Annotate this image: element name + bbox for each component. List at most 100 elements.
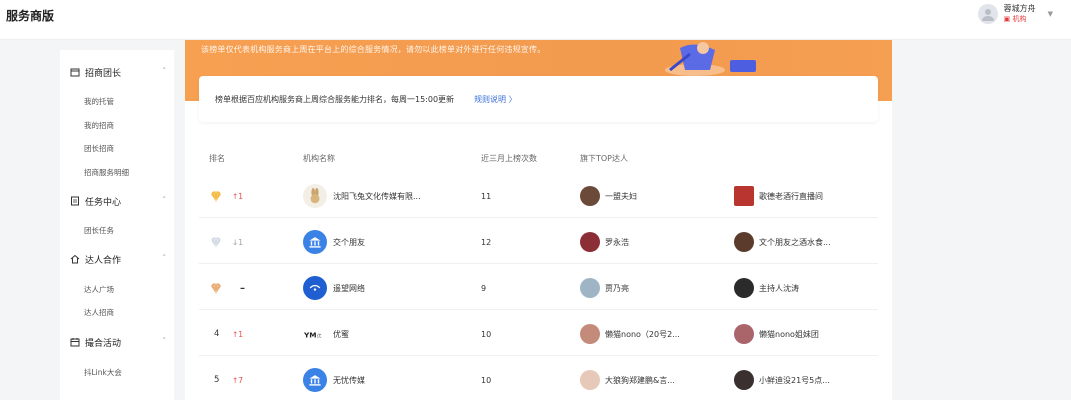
- bank-icon: [303, 368, 327, 392]
- sidebar-item-link-conference[interactable]: 抖Link大会: [84, 367, 122, 378]
- sidebar-group-recruit[interactable]: 招商团长 ˄: [60, 62, 174, 82]
- rank-count: 11: [481, 191, 492, 201]
- chevron-up-icon[interactable]: ˄: [163, 337, 167, 345]
- talent-cell[interactable]: 贾乃亮: [580, 266, 629, 310]
- talent-avatar: [734, 324, 754, 344]
- talent-cell[interactable]: 懒猫nono姐妹团: [734, 312, 819, 356]
- talent-cell[interactable]: 主持人沈涛: [734, 266, 799, 310]
- sidebar-item-my-recruit[interactable]: 我的招商: [84, 120, 114, 131]
- org-name[interactable]: 遥望网络: [333, 283, 365, 294]
- org-cell: 遥望网络: [303, 266, 365, 310]
- app-title: 服务商版: [6, 9, 55, 23]
- org-name[interactable]: 交个朋友: [333, 237, 365, 248]
- user-avatar[interactable]: [977, 4, 998, 24]
- talent-avatar: [580, 232, 600, 252]
- talent-cell[interactable]: 懒猫nono（20号2...: [580, 312, 680, 356]
- top-bar: 服务商版 蓉城方舟 ▣ 机构 ▼: [0, 0, 1071, 40]
- talent-avatar: [734, 186, 754, 206]
- rules-link[interactable]: 规则说明 〉: [474, 94, 517, 105]
- medal-gold-icon: [210, 174, 222, 218]
- talent-cell[interactable]: 歌德老酒行直播间: [734, 174, 823, 218]
- talent-cell[interactable]: 罗永浩: [580, 220, 629, 264]
- org-name[interactable]: 优蜜: [333, 329, 349, 340]
- chevron-down-icon[interactable]: ▼: [1048, 10, 1053, 18]
- header-rank: 排名: [209, 154, 225, 163]
- chevron-up-icon[interactable]: ˄: [163, 67, 167, 75]
- rank-number: 4: [214, 329, 220, 339]
- talent-avatar: [734, 278, 754, 298]
- sidebar-group-label: 招商团长: [85, 68, 122, 79]
- sidebar-group-label: 任务中心: [85, 197, 122, 208]
- shop-icon: [70, 67, 80, 77]
- table-row[interactable]: ↓1 交个朋友 12 罗永浩 文个朋友之酒水食...: [199, 220, 878, 264]
- talent-avatar: [734, 232, 754, 252]
- rank-trend: ↑7: [232, 375, 244, 385]
- header-top-talent: 旗下TOP达人: [580, 154, 629, 163]
- youmi-logo-icon: YM 优: [303, 322, 327, 346]
- calendar-icon: [70, 337, 80, 347]
- rank-number: 5: [214, 375, 220, 385]
- sidebar-item-recruit-details[interactable]: 招商服务明细: [84, 167, 129, 178]
- rabbit-logo-icon: [303, 184, 327, 208]
- user-icon: [981, 9, 994, 21]
- sidebar-group-label: 达人合作: [85, 255, 122, 266]
- talent-cell[interactable]: 小鲜迪没21号5点...: [734, 358, 830, 400]
- banner-illustration-icon: [665, 42, 756, 76]
- org-cell: 沈阳飞兔文化传媒有限...: [303, 174, 421, 218]
- talent-name: 懒猫nono（20号2...: [605, 329, 680, 339]
- sidebar-group-talent[interactable]: 达人合作 ˄: [60, 249, 174, 269]
- user-name: 蓉城方舟: [1003, 4, 1036, 13]
- talent-name: 懒猫nono姐妹团: [759, 329, 819, 339]
- talent-avatar: [580, 324, 600, 344]
- document-icon: [70, 196, 80, 206]
- sidebar-item-my-hosting[interactable]: 我的托管: [84, 96, 114, 107]
- table-row[interactable]: – 遥望网络 9 贾乃亮 主持人沈涛: [199, 266, 878, 310]
- sidebar: 招商团长 ˄ 我的托管 我的招商 团长招商 招商服务明细 任务中心 ˄ 团长任务…: [60, 50, 174, 400]
- chevron-up-icon[interactable]: ˄: [163, 254, 167, 262]
- talent-cell[interactable]: 文个朋友之酒水食...: [734, 220, 831, 264]
- talent-name: 罗永浩: [605, 237, 629, 247]
- org-cell: YM 优 优蜜: [303, 312, 349, 356]
- home-icon: [70, 254, 80, 264]
- talent-cell[interactable]: 一盟夫妇: [580, 174, 637, 218]
- rank-trend: –: [240, 282, 245, 294]
- chevron-up-icon[interactable]: ˄: [163, 196, 167, 204]
- user-menu[interactable]: 蓉城方舟 ▣ 机构 ▼: [977, 3, 1053, 25]
- sidebar-group-label: 撮合活动: [85, 338, 122, 349]
- medal-silver-icon: [210, 220, 222, 264]
- svg-text:优: 优: [317, 332, 322, 339]
- talent-avatar: [580, 370, 600, 390]
- user-role: ▣ 机构: [1003, 15, 1027, 23]
- talent-name: 歌德老酒行直播间: [759, 191, 823, 201]
- rank-trend: ↑1: [232, 329, 244, 339]
- talent-name: 贾乃亮: [605, 283, 629, 293]
- sidebar-item-leader-tasks[interactable]: 团长任务: [84, 225, 114, 236]
- talent-avatar: [580, 278, 600, 298]
- rank-count: 10: [481, 375, 492, 385]
- table-row[interactable]: ↑1 沈阳飞兔文化传媒有限... 11 一盟夫妇 歌德老酒行直播间: [199, 174, 878, 218]
- talent-name: 小鲜迪没21号5点...: [759, 375, 830, 385]
- notice-text: 榜单根据百应机构服务商上周综合服务能力排名，每周一15:00更新: [215, 94, 455, 104]
- sidebar-group-events[interactable]: 撮合活动 ˄: [60, 332, 174, 352]
- talent-cell[interactable]: 大狼狗郑建鹏&言...: [580, 358, 675, 400]
- table-row[interactable]: 4 ↑1 YM 优 优蜜 10 懒猫nono（20号2... 懒猫nono姐妹团: [199, 312, 878, 356]
- talent-name: 大狼狗郑建鹏&言...: [605, 375, 675, 385]
- header-count: 近三月上榜次数: [481, 154, 537, 163]
- banner-text: 该榜单仅代表机构服务商上周在平台上的综合服务情况，请勿以此榜单对外进行任何违规宣…: [201, 45, 546, 54]
- medal-bronze-icon: [210, 266, 222, 310]
- org-cell: 无忧传媒: [303, 358, 365, 400]
- rank-count: 10: [481, 329, 492, 339]
- svg-text:YM: YM: [304, 330, 317, 339]
- org-name[interactable]: 沈阳飞兔文化传媒有限...: [333, 191, 421, 202]
- org-cell: 交个朋友: [303, 220, 365, 264]
- sidebar-item-leader-recruit[interactable]: 团长招商: [84, 143, 114, 154]
- talent-avatar: [580, 186, 600, 206]
- talent-avatar: [734, 370, 754, 390]
- notice-card: 榜单根据百应机构服务商上周综合服务能力排名，每周一15:00更新 规则说明 〉: [199, 76, 878, 122]
- sidebar-group-tasks[interactable]: 任务中心 ˄: [60, 191, 174, 211]
- org-name[interactable]: 无忧传媒: [333, 375, 365, 386]
- sidebar-item-talent-plaza[interactable]: 达人广场: [84, 284, 114, 295]
- yaowang-logo-icon: [303, 276, 327, 300]
- sidebar-item-talent-recruit[interactable]: 达人招商: [84, 307, 114, 318]
- table-row[interactable]: 5 ↑7 无忧传媒 10 大狼狗郑建鹏&言... 小鲜迪没21号5点...: [199, 358, 878, 400]
